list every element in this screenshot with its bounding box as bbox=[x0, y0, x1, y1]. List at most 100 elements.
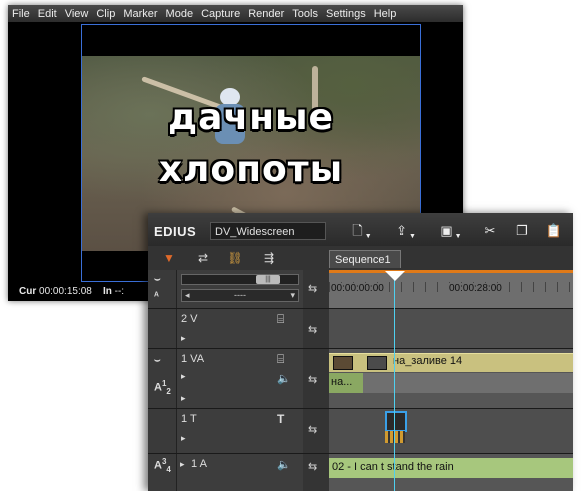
track-sync: ⇆ bbox=[303, 454, 329, 491]
sync-icon[interactable]: ⇆ bbox=[308, 423, 317, 436]
audio-toggle-icon[interactable]: ᴬ bbox=[154, 291, 159, 302]
new-button[interactable]: 🗋 ▼ bbox=[348, 222, 376, 240]
group-mode-icon[interactable]: ⇶ bbox=[258, 250, 280, 266]
track-area-2v[interactable] bbox=[329, 309, 573, 348]
timeline-window: EDIUS DV_Widescreen 🗋 ▼ ⇪ ▼ ▣ ▼ ✂ ❐ 📋 ▼ ⇄ ⛓… bbox=[148, 213, 573, 491]
clip-thumbnail bbox=[367, 356, 387, 370]
track-side: ⌣ A12 bbox=[148, 349, 177, 408]
dropdown-arrow-icon: ▼ bbox=[364, 233, 372, 240]
ripple-mode-icon[interactable]: ⇄ bbox=[192, 250, 214, 266]
cur-label: Cur bbox=[19, 286, 37, 297]
clip-audio-label: на... bbox=[331, 376, 353, 388]
audio-clip[interactable]: 02 - I can t stand the rain bbox=[329, 458, 573, 478]
expand-arrow-icon[interactable]: ▸ bbox=[181, 433, 186, 444]
save-icon: ▣ bbox=[440, 223, 453, 238]
menu-tools[interactable]: Tools bbox=[292, 8, 318, 20]
menu-capture[interactable]: Capture bbox=[201, 8, 240, 20]
set-in-point-icon[interactable]: ▼ bbox=[158, 250, 180, 266]
zoom-right-arrow-icon: ▾ bbox=[290, 290, 295, 300]
caption-line-1: дачные bbox=[167, 96, 334, 139]
audio-channel-label: A12 bbox=[154, 379, 171, 396]
speaker-icon[interactable]: 🔈 bbox=[277, 372, 291, 385]
menu-help[interactable]: Help bbox=[374, 8, 397, 20]
video-clip[interactable]: на_заливе 14 bbox=[329, 353, 573, 372]
track-header-1va[interactable]: 1 VA ⌸ 🔈 ▸ ▸ bbox=[177, 349, 303, 408]
tab-sequence1[interactable]: Sequence1 bbox=[329, 250, 401, 268]
track-sync: ⇆ bbox=[303, 409, 329, 453]
header-side: ⌣ ᴬ bbox=[148, 270, 177, 308]
timecode-readout: Cur 00:00:15:08 In --: bbox=[19, 286, 124, 297]
sync-icon[interactable]: ⇆ bbox=[308, 373, 317, 386]
menu-settings[interactable]: Settings bbox=[326, 8, 366, 20]
timeline-header-row: ⌣ ᴬ ||| ◂ ---- ▾ ⇆ 00:00:00:00 00:00:28:… bbox=[148, 270, 573, 308]
track-header-1a[interactable]: 1 A ▸ 🔈 bbox=[177, 454, 303, 491]
track-1va: ⌣ A12 1 VA ⌸ 🔈 ▸ ▸ ⇆ на_заливе 14 на... bbox=[148, 348, 573, 408]
expand-arrow-icon[interactable]: ▸ bbox=[180, 459, 185, 470]
track-name: 1 T bbox=[181, 413, 197, 425]
copy-button[interactable]: ❐ bbox=[512, 222, 532, 240]
new-file-icon: 🗋 bbox=[352, 223, 363, 238]
zoom-select[interactable]: ◂ ---- ▾ bbox=[181, 289, 299, 302]
link-mode-icon[interactable]: ⛓ bbox=[224, 250, 246, 266]
track-1t: 1 T T ▸ ⇆ bbox=[148, 408, 573, 453]
track-header-2v[interactable]: 2 V ⌸ ▸ bbox=[177, 309, 303, 348]
zoom-left-arrow-icon: ◂ bbox=[185, 290, 190, 300]
menu-view[interactable]: View bbox=[65, 8, 89, 20]
clip-label: на_заливе 14 bbox=[393, 355, 463, 367]
expand-arrow-icon[interactable]: ▸ bbox=[181, 371, 186, 382]
speaker-icon[interactable]: 🔈 bbox=[277, 458, 291, 471]
menu-render[interactable]: Render bbox=[248, 8, 284, 20]
zoom-slider[interactable]: ||| bbox=[181, 274, 299, 285]
title-t-icon[interactable]: T bbox=[277, 412, 284, 426]
track-area-1t[interactable] bbox=[329, 409, 573, 453]
track-area-1a[interactable]: 02 - I can t stand the rain bbox=[329, 454, 573, 491]
ruler-label-start: 00:00:00:00 bbox=[331, 283, 386, 294]
zoom-slider-knob[interactable]: ||| bbox=[256, 275, 280, 284]
menu-mode[interactable]: Mode bbox=[166, 8, 194, 20]
playhead-line[interactable] bbox=[394, 273, 395, 491]
video-mute-icon[interactable]: ⌸ bbox=[277, 352, 284, 367]
video-toggle-icon[interactable]: ⌣ bbox=[154, 274, 161, 285]
track-1a: A34 1 A ▸ 🔈 ⇆ 02 - I can t stand the rai… bbox=[148, 453, 573, 491]
sync-icon[interactable]: ⇆ bbox=[308, 460, 317, 473]
time-ruler[interactable]: 00:00:00:00 00:00:28:00 bbox=[329, 270, 573, 308]
sync-icon[interactable]: ⇆ bbox=[308, 323, 317, 336]
menu-edit[interactable]: Edit bbox=[38, 8, 57, 20]
playhead-icon[interactable] bbox=[385, 271, 405, 281]
track-area-1va[interactable]: на_заливе 14 на... bbox=[329, 349, 573, 408]
zoom-controls: ||| ◂ ---- ▾ bbox=[177, 270, 303, 308]
ruler-label-28s: 00:00:28:00 bbox=[449, 283, 504, 294]
expand-arrow-icon[interactable]: ▸ bbox=[181, 333, 186, 344]
track-side bbox=[148, 409, 177, 453]
header-sync-column: ⇆ bbox=[303, 270, 329, 308]
open-button[interactable]: ⇪ ▼ bbox=[391, 222, 421, 240]
ruler-range-bar bbox=[329, 270, 573, 273]
cut-button[interactable]: ✂ bbox=[480, 222, 500, 240]
video-toggle-icon[interactable]: ⌣ bbox=[154, 355, 161, 366]
menu-file[interactable]: File bbox=[12, 8, 30, 20]
paste-icon: 📋 bbox=[545, 223, 563, 238]
in-label: In bbox=[102, 286, 112, 297]
track-name: 1 A bbox=[191, 458, 207, 470]
title-clip[interactable] bbox=[385, 411, 407, 432]
dropdown-arrow-icon: ▼ bbox=[454, 233, 462, 240]
menu-clip[interactable]: Clip bbox=[96, 8, 115, 20]
track-side bbox=[148, 309, 177, 348]
menu-bar: File Edit View Clip Marker Mode Capture … bbox=[8, 5, 463, 22]
track-sync: ⇆ bbox=[303, 309, 329, 348]
copy-icon: ❐ bbox=[516, 223, 528, 238]
project-name-field[interactable]: DV_Widescreen bbox=[210, 222, 326, 240]
track-sync: ⇆ bbox=[303, 349, 329, 408]
save-button[interactable]: ▣ ▼ bbox=[436, 222, 466, 240]
expand-arrow-icon[interactable]: ▸ bbox=[181, 393, 186, 404]
sync-icon[interactable]: ⇆ bbox=[308, 282, 317, 295]
track-header-1t[interactable]: 1 T T ▸ bbox=[177, 409, 303, 453]
open-icon: ⇪ bbox=[396, 223, 407, 238]
paste-button[interactable]: 📋 bbox=[544, 222, 564, 240]
clip-thumbnail bbox=[333, 356, 353, 370]
clip-label: 02 - I can t stand the rain bbox=[332, 461, 454, 473]
menu-marker[interactable]: Marker bbox=[123, 8, 157, 20]
audio-channel-label: A34 bbox=[154, 457, 171, 474]
dropdown-arrow-icon: ▼ bbox=[408, 233, 416, 240]
video-mute-icon[interactable]: ⌸ bbox=[277, 312, 284, 327]
